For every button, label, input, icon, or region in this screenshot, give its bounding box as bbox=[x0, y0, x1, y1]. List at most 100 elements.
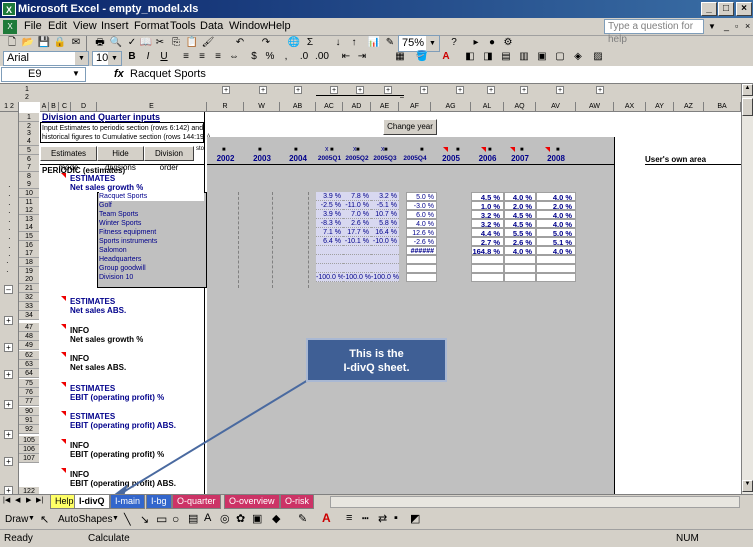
tab-o-overview[interactable]: O-overview bbox=[224, 495, 280, 509]
menu-format[interactable]: Format bbox=[134, 20, 169, 32]
borders-icon[interactable]: ▦ bbox=[392, 50, 408, 64]
minimize-button[interactable]: _ bbox=[701, 2, 717, 16]
align-center-icon[interactable]: ≡ bbox=[194, 50, 210, 64]
arrow-icon[interactable]: ▸ bbox=[468, 36, 484, 50]
scroll-up-icon[interactable]: ▲ bbox=[742, 84, 753, 96]
dot-icon[interactable]: ● bbox=[484, 36, 500, 50]
draw-menu[interactable]: Draw bbox=[5, 514, 28, 525]
arrow-tool-icon[interactable]: ↘ bbox=[140, 513, 149, 526]
cut-icon[interactable]: ✂ bbox=[152, 36, 168, 50]
tab-i-bg[interactable]: I-bg bbox=[146, 495, 172, 509]
oval-icon[interactable]: ○ bbox=[172, 512, 179, 526]
chart-wizard-icon[interactable]: 📊 bbox=[366, 36, 382, 50]
drawing-icon[interactable]: ✎ bbox=[382, 36, 398, 50]
tab-o-quarter[interactable]: O-quarter bbox=[172, 495, 221, 509]
menu-view[interactable]: View bbox=[73, 20, 97, 32]
autosum-icon[interactable]: Σ bbox=[302, 36, 318, 50]
decrease-indent-icon[interactable]: ⇤ bbox=[338, 50, 354, 64]
size-select[interactable]: 10 ▼ bbox=[92, 51, 122, 66]
bold-icon[interactable]: B bbox=[124, 50, 140, 64]
undo-icon[interactable]: ↶ bbox=[232, 36, 248, 50]
menu-window[interactable]: Window bbox=[229, 20, 268, 32]
wordart-icon[interactable]: A bbox=[204, 512, 211, 524]
vertical-scrollbar[interactable]: ▲ ▼ bbox=[741, 84, 753, 494]
menu-help[interactable]: Help bbox=[268, 20, 291, 32]
tool-b-icon[interactable]: ◨ bbox=[480, 50, 496, 64]
increase-decimal-icon[interactable]: .0 bbox=[296, 50, 312, 64]
merge-icon[interactable]: ⇔ bbox=[226, 50, 242, 64]
menu-file[interactable]: File bbox=[24, 20, 42, 32]
copy-icon[interactable]: ⎘ bbox=[168, 36, 184, 50]
menu-edit[interactable]: Edit bbox=[48, 20, 67, 32]
percent-icon[interactable]: % bbox=[262, 50, 278, 64]
dash-style-icon[interactable]: ┅ bbox=[362, 512, 369, 525]
maximize-button[interactable]: □ bbox=[718, 2, 734, 16]
print-preview-icon[interactable]: 🔍 bbox=[108, 36, 124, 50]
fx-icon[interactable]: fx bbox=[114, 68, 124, 80]
tool-icon[interactable]: ⚙ bbox=[500, 36, 516, 50]
underline-icon[interactable]: U bbox=[156, 50, 172, 64]
italic-icon[interactable]: I bbox=[140, 50, 156, 64]
print-icon[interactable]: 🖶 bbox=[92, 36, 108, 50]
permission-icon[interactable]: 🔒 bbox=[52, 36, 68, 50]
menu-tools[interactable]: Tools bbox=[170, 20, 196, 32]
line-icon[interactable]: ╲ bbox=[124, 513, 131, 526]
hyperlink-icon[interactable]: 🌐 bbox=[286, 36, 302, 50]
sort-asc-icon[interactable]: ↓ bbox=[330, 36, 346, 50]
picture-icon[interactable]: ▣ bbox=[252, 512, 262, 525]
horizontal-scrollbar[interactable] bbox=[330, 496, 740, 508]
tab-o-risk[interactable]: O-risk bbox=[280, 495, 314, 509]
tab-last-icon[interactable]: ▶| bbox=[36, 496, 43, 504]
tab-prev-icon[interactable]: ◀ bbox=[15, 496, 20, 504]
clipart-icon[interactable]: ✿ bbox=[236, 512, 245, 525]
tool-c-icon[interactable]: ▤ bbox=[498, 50, 514, 64]
tool-f-icon[interactable]: ▢ bbox=[552, 50, 568, 64]
warning-icon[interactable]: ◈ bbox=[570, 50, 586, 64]
align-right-icon[interactable]: ≡ bbox=[210, 50, 226, 64]
tab-next-icon[interactable]: ▶ bbox=[26, 496, 31, 504]
line-style-icon[interactable]: ≡ bbox=[346, 512, 352, 524]
doc-restore-icon[interactable]: ▫ bbox=[735, 21, 738, 31]
font-select[interactable]: Arial ▼ bbox=[3, 51, 89, 66]
help-search-input[interactable]: Type a question for help bbox=[604, 19, 704, 45]
3d-icon[interactable]: ◩ bbox=[410, 512, 420, 525]
workbook-icon[interactable]: X bbox=[3, 20, 17, 34]
open-icon[interactable]: 📂 bbox=[20, 36, 36, 50]
tool-a-icon[interactable]: ◧ bbox=[462, 50, 478, 64]
decrease-decimal-icon[interactable]: .00 bbox=[314, 50, 330, 64]
scroll-thumb[interactable] bbox=[742, 98, 753, 116]
select-pointer-icon[interactable]: ↖ bbox=[40, 513, 49, 526]
shadow-icon[interactable]: ▪ bbox=[394, 512, 398, 524]
menu-data[interactable]: Data bbox=[200, 20, 223, 32]
sort-desc-icon[interactable]: ↑ bbox=[346, 36, 362, 50]
fill-color-icon[interactable]: 🪣 bbox=[414, 50, 430, 64]
arrow-style-icon[interactable]: ⇄ bbox=[378, 512, 387, 525]
formula-input[interactable]: Racquet Sports bbox=[130, 68, 206, 80]
help-icon[interactable]: ? bbox=[446, 36, 462, 50]
new-icon[interactable]: 🗋 bbox=[4, 36, 20, 50]
line-color-icon[interactable]: ✎ bbox=[298, 512, 307, 525]
rectangle-icon[interactable]: ▭ bbox=[156, 512, 167, 526]
help-dropdown-icon[interactable]: ▼ bbox=[708, 22, 716, 31]
increase-indent-icon[interactable]: ⇥ bbox=[354, 50, 370, 64]
font-color-draw-icon[interactable]: A bbox=[322, 511, 331, 525]
currency-icon[interactable]: $ bbox=[246, 50, 262, 64]
tab-first-icon[interactable]: |◀ bbox=[3, 496, 10, 504]
doc-minimize-icon[interactable]: _ bbox=[724, 21, 729, 31]
align-left-icon[interactable]: ≡ bbox=[178, 50, 194, 64]
textbox-icon[interactable]: ▤ bbox=[188, 512, 198, 525]
tab-i-divq[interactable]: I-divQ bbox=[74, 495, 110, 509]
email-icon[interactable]: ✉ bbox=[68, 36, 84, 50]
chevron-down-icon[interactable]: ▼ bbox=[72, 69, 80, 78]
tab-i-main[interactable]: I-main bbox=[110, 495, 146, 509]
comma-icon[interactable]: , bbox=[278, 50, 294, 64]
redo-icon[interactable]: ↷ bbox=[258, 36, 274, 50]
menu-insert[interactable]: Insert bbox=[101, 20, 129, 32]
scroll-down-icon[interactable]: ▼ bbox=[742, 480, 753, 492]
format-painter-icon[interactable]: 🖌 bbox=[200, 36, 216, 50]
paste-icon[interactable]: 📋 bbox=[184, 36, 200, 50]
fill-color-draw-icon[interactable]: ◆ bbox=[272, 512, 280, 525]
tool-e-icon[interactable]: ▣ bbox=[534, 50, 550, 64]
close-button[interactable]: × bbox=[736, 2, 752, 16]
tool-d-icon[interactable]: ▥ bbox=[516, 50, 532, 64]
